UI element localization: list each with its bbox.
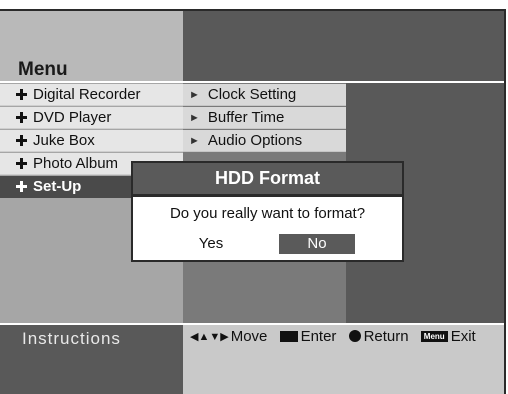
menu-item-label: Set-Up xyxy=(33,178,82,195)
instructions-title: Instructions xyxy=(22,329,121,348)
plus-icon xyxy=(16,135,27,146)
submenu-item-audio-options[interactable]: ► Audio Options xyxy=(183,130,346,152)
menu-item-dvd-player[interactable]: DVD Player xyxy=(0,107,183,129)
move-hint: ◀▲▼▶ Move xyxy=(190,328,268,345)
arrow-icon: ► xyxy=(189,112,200,124)
plus-icon xyxy=(16,181,27,192)
plus-icon xyxy=(16,158,27,169)
submenu-item-label: Buffer Time xyxy=(207,109,285,126)
arrow-icon: ► xyxy=(189,135,200,147)
menu-item-label: Juke Box xyxy=(33,132,95,149)
hdd-format-dialog: HDD Format Do you really want to format?… xyxy=(131,161,404,262)
dialog-title: HDD Format xyxy=(133,163,402,197)
submenu-item-buffer-time[interactable]: ► Buffer Time xyxy=(183,107,346,129)
submenu-item-label: Audio Options xyxy=(207,132,303,149)
instructions-row: ◀▲▼▶ Move Enter Return Menu Exit xyxy=(190,328,476,345)
menu-title-panel: Menu xyxy=(0,11,183,81)
return-icon xyxy=(348,330,361,342)
menu-item-label: Photo Album xyxy=(33,155,119,172)
submenu-item-label: Clock Setting xyxy=(207,86,297,103)
no-button[interactable]: No xyxy=(279,234,355,254)
menu-item-digital-recorder[interactable]: Digital Recorder xyxy=(0,84,183,106)
exit-hint: Menu Exit xyxy=(420,328,476,345)
yes-button[interactable]: Yes xyxy=(181,234,241,254)
plus-icon xyxy=(16,112,27,123)
menu-key-icon: Menu xyxy=(420,331,448,342)
enter-key-icon xyxy=(279,331,298,342)
plus-icon xyxy=(16,89,27,100)
menu-item-juke-box[interactable]: Juke Box xyxy=(0,130,183,152)
osd-screen: Menu Digital Recorder DVD Player Juke Bo… xyxy=(0,9,506,394)
return-hint: Return xyxy=(348,328,409,345)
dialog-message: Do you really want to format? xyxy=(169,205,366,222)
menu-title: Menu xyxy=(18,59,68,80)
arrow-icon: ► xyxy=(189,89,200,101)
submenu-item-clock-setting[interactable]: ► Clock Setting xyxy=(183,84,346,106)
navigation-arrows-icon: ◀▲▼▶ xyxy=(190,331,229,343)
top-bar xyxy=(183,11,504,81)
menu-item-label: DVD Player xyxy=(33,109,112,126)
enter-hint: Enter xyxy=(279,328,336,345)
menu-item-label: Digital Recorder xyxy=(33,86,141,103)
